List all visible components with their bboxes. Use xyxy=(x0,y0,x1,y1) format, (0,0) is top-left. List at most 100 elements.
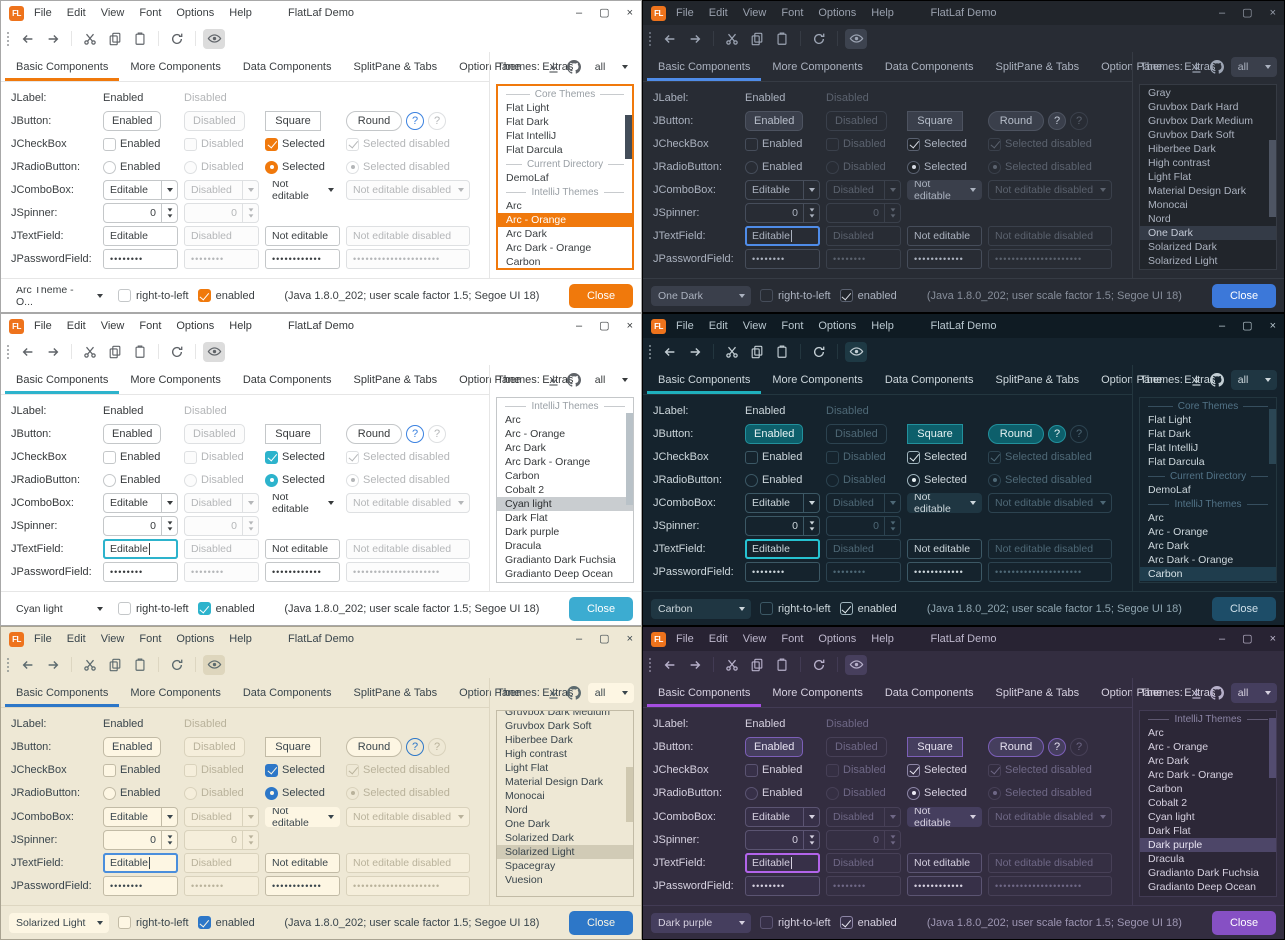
toolbar-grip[interactable] xyxy=(649,345,652,359)
chevron-down-icon[interactable] xyxy=(323,494,339,512)
passwordfield-editable[interactable]: •••••••• xyxy=(103,249,178,269)
spinner-enabled[interactable]: 0 xyxy=(745,203,820,223)
scrollbar-thumb[interactable] xyxy=(626,413,633,505)
spinner-value[interactable]: 0 xyxy=(746,520,803,532)
cut-button[interactable] xyxy=(721,342,743,362)
theme-list-item[interactable]: Arc Dark - Orange xyxy=(1140,553,1276,567)
menu-file[interactable]: File xyxy=(34,320,52,332)
checkbox-selected[interactable]: Selected xyxy=(265,764,346,777)
theme-list-item[interactable]: Arc Dark xyxy=(1140,754,1276,768)
checkbox-selected[interactable]: Selected xyxy=(907,138,988,151)
menu-options[interactable]: Options xyxy=(818,320,856,332)
menu-view[interactable]: View xyxy=(101,7,125,19)
minimize-button[interactable]: – xyxy=(576,321,582,332)
enabled-checkbox[interactable]: enabled xyxy=(840,916,897,929)
chevron-down-icon[interactable] xyxy=(803,494,819,512)
theme-list-scrollbar[interactable] xyxy=(626,398,633,582)
close-button[interactable]: Close xyxy=(569,284,633,308)
theme-list-item[interactable]: Spacegray xyxy=(497,859,633,873)
theme-list-item[interactable]: Arc Dark - Orange xyxy=(1140,768,1276,782)
theme-list-item[interactable]: DemoLaf xyxy=(498,171,632,185)
passwordfield-not-editable[interactable]: •••••••••••• xyxy=(907,249,982,269)
theme-list-item[interactable]: Cobalt 2 xyxy=(1140,796,1276,810)
theme-list-item[interactable]: Light Flat xyxy=(497,761,633,775)
theme-list-item[interactable]: One Dark xyxy=(1140,226,1276,240)
download-theme-button[interactable] xyxy=(547,374,560,387)
enabled-checkbox[interactable]: enabled xyxy=(198,602,255,615)
checkbox-selected[interactable]: Selected xyxy=(265,138,346,151)
enabled-checkbox[interactable]: enabled xyxy=(198,916,255,929)
textfield-editable[interactable]: Editable xyxy=(745,226,820,246)
spinner-enabled[interactable]: 0 xyxy=(745,516,820,536)
tab-data-components[interactable]: Data Components xyxy=(232,52,343,81)
close-window-button[interactable]: × xyxy=(627,321,633,332)
passwordfield-not-editable[interactable]: •••••••••••• xyxy=(907,876,982,896)
theme-list-item[interactable]: Gruvbox Dark Hard xyxy=(1140,100,1276,114)
theme-list-item[interactable]: Flat Darcula xyxy=(1140,455,1276,469)
checkbox-enabled[interactable]: Enabled xyxy=(745,138,826,151)
tab-data-components[interactable]: Data Components xyxy=(874,52,985,81)
theme-list-item[interactable]: Gradianto Dark Fuchsia xyxy=(497,553,633,567)
menu-options[interactable]: Options xyxy=(176,320,214,332)
theme-list-item[interactable]: Carbon xyxy=(1140,567,1276,581)
combobox-editable[interactable]: Editable xyxy=(103,807,178,827)
textfield-editable[interactable]: Editable xyxy=(103,539,178,559)
toolbar-grip[interactable] xyxy=(649,32,652,46)
themes-filter-combobox[interactable]: all xyxy=(588,57,634,77)
theme-list-item[interactable]: Arc - Orange xyxy=(498,213,632,227)
close-button[interactable]: Close xyxy=(1212,911,1276,935)
theme-list[interactable]: Core ThemesFlat LightFlat DarkFlat Intel… xyxy=(1139,397,1277,583)
github-link-button[interactable] xyxy=(567,60,581,74)
textfield-editable[interactable]: Editable xyxy=(745,853,820,873)
menu-options[interactable]: Options xyxy=(176,7,214,19)
theme-list-item[interactable]: Gruvbox Dark Soft xyxy=(1140,128,1276,142)
theme-list-scrollbar[interactable] xyxy=(1269,85,1276,269)
menu-view[interactable]: View xyxy=(101,320,125,332)
checkbox-enabled[interactable]: Enabled xyxy=(103,764,184,777)
refresh-button[interactable] xyxy=(808,342,830,362)
menu-view[interactable]: View xyxy=(101,633,125,645)
chevron-down-icon[interactable] xyxy=(161,494,177,512)
combobox-editable[interactable]: Editable xyxy=(745,493,820,513)
scrollbar-thumb[interactable] xyxy=(1269,718,1276,777)
combobox-editable[interactable]: Editable xyxy=(103,493,178,513)
radio-enabled[interactable]: Enabled xyxy=(745,161,826,174)
theme-list-item[interactable]: DemoLaf xyxy=(1140,483,1276,497)
chevron-down-icon[interactable] xyxy=(965,494,981,512)
square-button[interactable]: Square xyxy=(907,424,963,444)
tab-splitpane-tabs[interactable]: SplitPane & Tabs xyxy=(343,52,449,81)
download-theme-button[interactable] xyxy=(1190,61,1203,74)
spinner-enabled[interactable]: 0 xyxy=(745,830,820,850)
maximize-button[interactable]: ▢ xyxy=(599,8,609,19)
square-button[interactable]: Square xyxy=(265,424,321,444)
tab-basic-components[interactable]: Basic Components xyxy=(5,678,119,707)
passwordfield-editable[interactable]: •••••••• xyxy=(745,562,820,582)
theme-list-item[interactable]: Arc - Orange xyxy=(1140,525,1276,539)
textfield-not-editable[interactable]: Not editable xyxy=(907,539,982,559)
theme-combobox[interactable]: Solarized Light xyxy=(9,913,109,933)
close-window-button[interactable]: × xyxy=(627,8,633,19)
radio-selected[interactable]: Selected xyxy=(907,474,988,487)
toolbar-grip[interactable] xyxy=(7,345,10,359)
square-button[interactable]: Square xyxy=(907,111,963,131)
theme-list-item[interactable]: Hiberbee Dark xyxy=(1140,142,1276,156)
forward-button[interactable] xyxy=(684,655,706,675)
spinner-value[interactable]: 0 xyxy=(104,520,161,532)
theme-list-item[interactable]: Dark purple xyxy=(497,525,633,539)
theme-list-item[interactable]: Flat Light xyxy=(498,101,632,115)
tab-more-components[interactable]: More Components xyxy=(119,678,232,707)
help-button[interactable]: ? xyxy=(406,425,424,443)
chevron-down-icon[interactable] xyxy=(803,181,819,199)
textfield-editable[interactable]: Editable xyxy=(103,226,178,246)
theme-list-item[interactable]: Hiberbee Dark xyxy=(497,733,633,747)
menu-font[interactable]: Font xyxy=(139,320,161,332)
enabled-checkbox[interactable]: enabled xyxy=(840,289,897,302)
theme-list-item[interactable]: Light Flat xyxy=(1140,170,1276,184)
radio-enabled[interactable]: Enabled xyxy=(103,474,184,487)
radio-enabled[interactable]: Enabled xyxy=(745,787,826,800)
theme-list-item[interactable]: One Dark xyxy=(497,817,633,831)
theme-list-item[interactable]: Arc xyxy=(1140,511,1276,525)
copy-button[interactable] xyxy=(104,655,126,675)
chevron-down-icon[interactable] xyxy=(734,600,750,618)
theme-list-item[interactable]: Arc - Orange xyxy=(497,427,633,441)
